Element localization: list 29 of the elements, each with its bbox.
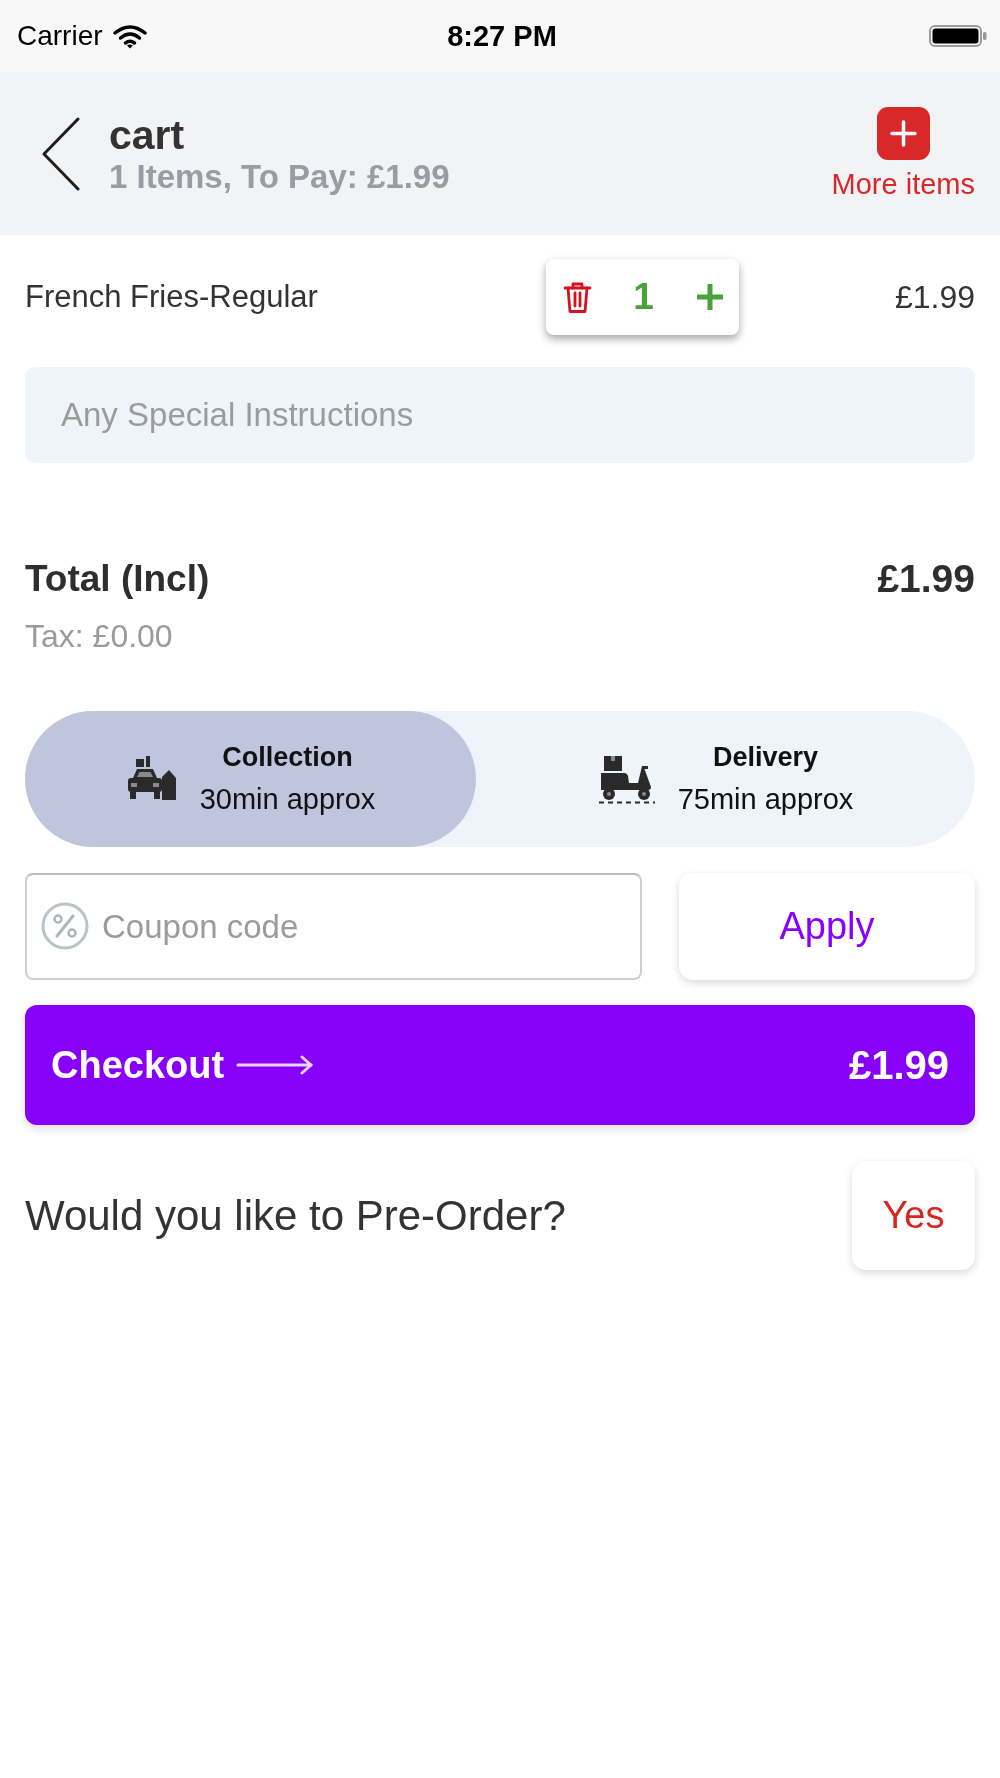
pre-order-question: Would you like to Pre-Order? [25, 1191, 566, 1240]
arrow-icon [236, 1055, 315, 1075]
tax-label: Tax: £0.00 [25, 617, 173, 655]
plus-icon [876, 106, 930, 160]
item-name: French Fries-Regular [25, 279, 318, 315]
percent-icon [41, 902, 89, 950]
plus-icon[interactable] [695, 282, 725, 312]
page-title: cart [109, 112, 185, 157]
car-icon [125, 756, 178, 802]
scooter-icon [597, 754, 656, 804]
order-type-tab[interactable]: Delivery 75min approx [476, 711, 975, 847]
quantity-value: 1 [633, 276, 654, 318]
status-time: 8:27 PM [447, 19, 557, 53]
wifi-icon [112, 23, 147, 49]
yes-button[interactable]: Yes [852, 1161, 975, 1270]
back-icon[interactable] [42, 116, 80, 191]
total-label: Total (Incl) [25, 557, 210, 601]
order-summary: 1 Items, To Pay: £1.99 [109, 156, 450, 197]
apply-button[interactable]: Apply [679, 873, 975, 980]
carrier-label: Carrier [17, 20, 103, 52]
total-amount: £1.99 [877, 557, 975, 601]
order-type-tab[interactable]: Collection 30min approx [25, 711, 476, 847]
coupon-field[interactable]: Coupon code [25, 873, 642, 980]
checkout-button[interactable]: Checkout £1.99 [25, 1005, 975, 1125]
trash-icon[interactable] [563, 280, 592, 314]
more-items-button[interactable]: More items [831, 106, 975, 201]
instructions-field[interactable]: Any Special Instructions [25, 367, 975, 463]
battery-icon [929, 25, 987, 47]
item-price: £1.99 [894, 278, 975, 316]
